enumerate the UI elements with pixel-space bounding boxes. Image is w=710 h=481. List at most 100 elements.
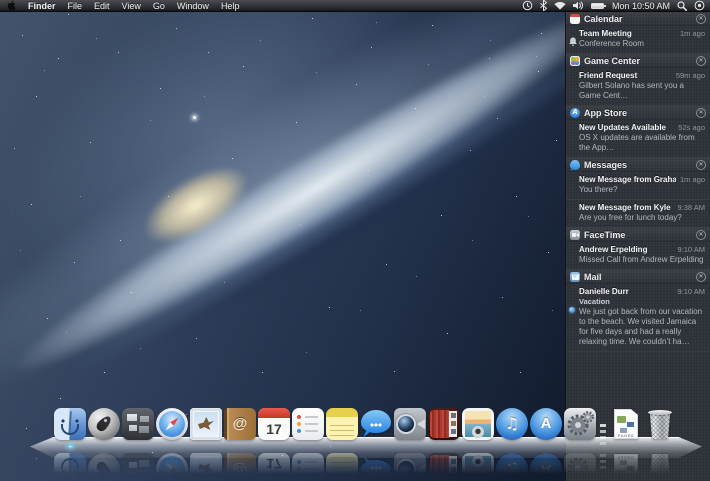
- dock-item-contacts[interactable]: [224, 408, 256, 440]
- notification-mail-danielle[interactable]: Danielle Durr 9:10 AM Vacation We just g…: [566, 284, 710, 352]
- notification-body: We just got back from our vacation to th…: [579, 307, 703, 346]
- menu-help[interactable]: Help: [221, 0, 240, 12]
- dock-item-app-store[interactable]: A: [530, 408, 562, 440]
- dock-item-facetime[interactable]: [394, 408, 426, 440]
- app-store-app-icon: [570, 108, 580, 118]
- notification-time: 1m ago: [679, 175, 705, 184]
- notification-time: 9:38 AM: [677, 203, 705, 212]
- dock-item-safari[interactable]: [156, 408, 188, 440]
- notification-title: New Message from Kyle Olson: [579, 203, 673, 212]
- notification-time: 59m ago: [675, 71, 705, 80]
- desktop: Calendar ✕ Team Meeting 1m ago Conferenc…: [0, 0, 710, 481]
- dock-separator: [598, 408, 608, 440]
- notification-time: 1m ago: [679, 29, 705, 38]
- nc-app-name: Mail: [584, 272, 602, 282]
- notification-title: New Message from Graham Mc…: [579, 175, 676, 184]
- nc-section-header-messages: Messages ✕: [566, 158, 710, 172]
- dock: 17 ♫ A: [0, 400, 710, 481]
- notification-title: Andrew Erpelding: [579, 245, 648, 254]
- notification-team-meeting[interactable]: Team Meeting 1m ago Conference Room: [566, 26, 710, 54]
- pages-document-label: PAGES: [617, 433, 635, 438]
- notification-message-kyle[interactable]: New Message from Kyle Olson 9:38 AM Are …: [566, 200, 710, 228]
- nc-section-header-calendar: Calendar ✕: [566, 12, 710, 26]
- notification-message-graham[interactable]: New Message from Graham Mc… 1m ago You t…: [566, 172, 710, 200]
- nc-section-header-game-center: Game Center ✕: [566, 54, 710, 68]
- notification-body: Conference Room: [579, 39, 644, 48]
- wifi-icon[interactable]: [554, 1, 566, 10]
- dock-item-itunes[interactable]: ♫: [496, 408, 528, 440]
- calendar-app-icon: [570, 14, 580, 24]
- menu-file[interactable]: File: [68, 0, 83, 12]
- notification-center-icon[interactable]: [694, 0, 705, 11]
- close-section-button[interactable]: ✕: [696, 272, 706, 282]
- notification-title: Danielle Durr: [579, 287, 629, 296]
- battery-icon[interactable]: [590, 2, 606, 9]
- mail-app-icon: [570, 272, 580, 282]
- notification-body: You there?: [579, 185, 618, 194]
- dock-item-iphoto[interactable]: [462, 408, 494, 440]
- notification-time: 9:10 AM: [677, 245, 705, 254]
- dock-item-finder[interactable]: [54, 408, 86, 440]
- menu-edit[interactable]: Edit: [94, 0, 110, 12]
- nc-app-name: Calendar: [584, 14, 623, 24]
- dock-item-notes[interactable]: [326, 408, 358, 440]
- dock-item-launchpad[interactable]: [88, 408, 120, 440]
- time-machine-icon[interactable]: [522, 0, 533, 11]
- unread-dot: [569, 307, 575, 313]
- menu-view[interactable]: View: [122, 0, 141, 12]
- dock-shelf: [30, 437, 702, 458]
- nc-section-header-app-store: App Store ✕: [566, 106, 710, 120]
- finder-running-indicator: [67, 445, 74, 448]
- menu-bar-left: Finder File Edit View Go Window Help: [0, 0, 251, 11]
- bluetooth-icon[interactable]: [540, 0, 547, 11]
- menu-bar: Finder File Edit View Go Window Help Mon…: [0, 0, 710, 12]
- close-section-button[interactable]: ✕: [696, 160, 706, 170]
- notification-body: Missed Call from Andrew Erpelding: [579, 255, 704, 264]
- notification-body: Gilbert Solano has sent you a Game Cent…: [579, 81, 684, 100]
- notification-updates-available[interactable]: New Updates Available 52s ago OS X updat…: [566, 120, 710, 158]
- alarm-bell-icon: [569, 33, 577, 51]
- apple-logo-icon: [7, 0, 16, 11]
- dock-item-reminders[interactable]: [292, 408, 324, 440]
- apple-menu[interactable]: [7, 0, 17, 11]
- volume-icon[interactable]: [572, 1, 584, 10]
- notification-time: 9:10 AM: [677, 287, 705, 296]
- dock-item-calendar[interactable]: 17: [258, 408, 290, 440]
- close-section-button[interactable]: ✕: [696, 108, 706, 118]
- dock-item-pages-document[interactable]: PAGES: [610, 408, 642, 440]
- notification-friend-request[interactable]: Friend Request 59m ago Gilbert Solano ha…: [566, 68, 710, 106]
- nc-app-name: Game Center: [584, 56, 641, 66]
- dock-item-system-preferences[interactable]: [564, 408, 596, 440]
- menu-finder[interactable]: Finder: [28, 0, 56, 12]
- notification-title: New Updates Available: [579, 123, 666, 132]
- bright-star: [193, 116, 196, 119]
- dock-item-photo-booth[interactable]: [428, 408, 460, 440]
- dock-item-trash[interactable]: [644, 408, 676, 440]
- notification-missed-call[interactable]: Andrew Erpelding 9:10 AM Missed Call fro…: [566, 242, 710, 270]
- menu-go[interactable]: Go: [153, 0, 165, 12]
- notification-title: Team Meeting: [579, 29, 632, 38]
- dock-item-mission-control[interactable]: [122, 408, 154, 440]
- dock-item-messages[interactable]: [360, 408, 392, 440]
- nc-app-name: Messages: [584, 160, 628, 170]
- gear-icon: [567, 411, 594, 436]
- nc-app-name: App Store: [584, 108, 628, 118]
- spotlight-icon[interactable]: [677, 0, 687, 11]
- close-section-button[interactable]: ✕: [696, 56, 706, 66]
- close-section-button[interactable]: ✕: [696, 230, 706, 240]
- notification-body: Are you free for lunch today?: [579, 213, 682, 222]
- close-section-button[interactable]: ✕: [696, 14, 706, 24]
- calendar-day-number: 17: [266, 421, 282, 437]
- menu-bar-clock[interactable]: Mon 10:50 AM: [612, 1, 670, 11]
- notification-subject: Vacation: [579, 297, 610, 306]
- menu-bar-right: Mon 10:50 AM: [515, 0, 710, 11]
- game-center-app-icon: [570, 56, 580, 66]
- menu-window[interactable]: Window: [177, 0, 209, 12]
- notification-title: Friend Request: [579, 71, 638, 80]
- nc-section-header-mail: Mail ✕: [566, 270, 710, 284]
- messages-app-icon: [570, 160, 580, 170]
- nc-section-header-facetime: FaceTime ✕: [566, 228, 710, 242]
- facetime-app-icon: [570, 230, 580, 240]
- dock-item-mail[interactable]: [190, 408, 222, 440]
- notification-time: 52s ago: [678, 123, 705, 132]
